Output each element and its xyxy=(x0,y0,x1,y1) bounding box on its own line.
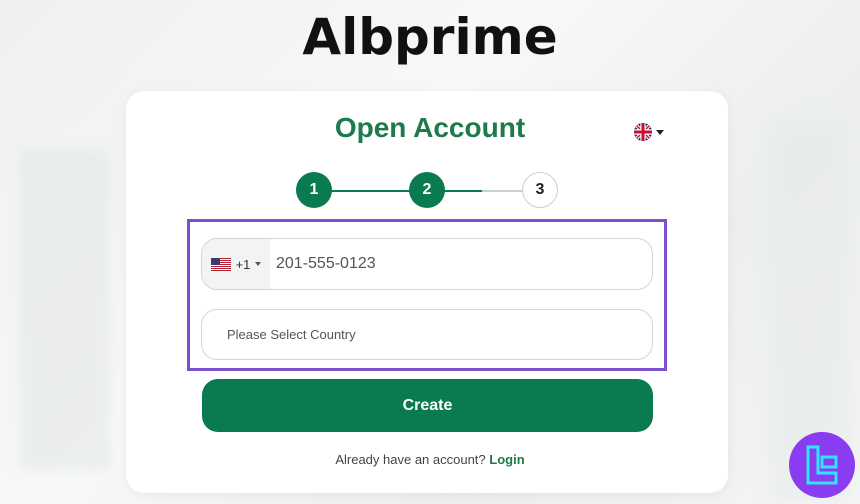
login-prompt-row: Already have an account? Login xyxy=(0,452,860,467)
logo-mark-icon xyxy=(806,445,838,485)
country-code-label: +1 xyxy=(235,256,251,272)
step-1: 1 xyxy=(296,172,332,208)
step-connector xyxy=(482,190,524,192)
language-selector[interactable] xyxy=(634,123,664,141)
form-title: Open Account xyxy=(334,112,526,143)
step-connector xyxy=(330,190,410,192)
background-shape xyxy=(20,150,110,470)
country-placeholder: Please Select Country xyxy=(227,327,356,342)
country-select[interactable]: Please Select Country xyxy=(201,309,653,360)
progress-stepper: 1 2 3 xyxy=(296,172,560,210)
step-2: 2 xyxy=(409,172,445,208)
chevron-down-icon xyxy=(656,129,664,135)
country-code-select[interactable]: +1 xyxy=(202,239,270,289)
create-button[interactable]: Create xyxy=(202,379,653,432)
brand-logo: Albprime xyxy=(302,8,558,66)
us-flag-icon xyxy=(210,257,231,271)
login-link[interactable]: Login xyxy=(489,452,524,467)
step-connector xyxy=(444,190,482,192)
step-3: 3 xyxy=(522,172,558,208)
phone-field: +1 xyxy=(201,238,653,290)
chevron-down-icon xyxy=(255,262,262,266)
uk-flag-icon xyxy=(634,123,652,141)
login-prompt: Already have an account? xyxy=(335,452,486,467)
phone-input[interactable] xyxy=(270,239,652,289)
watermark-badge-icon xyxy=(789,432,855,498)
